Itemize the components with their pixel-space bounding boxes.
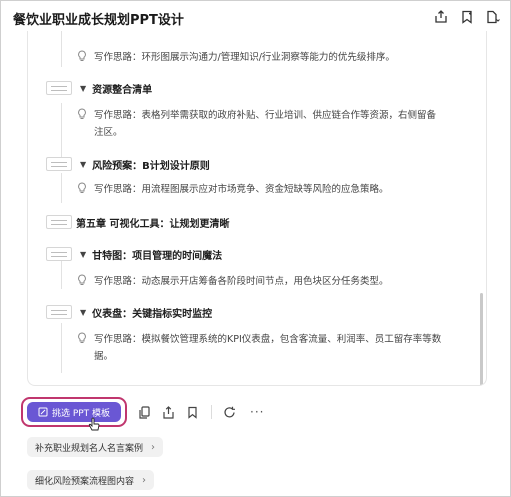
document-icon	[46, 157, 72, 171]
scrollbar-thumb[interactable]	[480, 293, 483, 385]
chapter-five[interactable]: 第五章 可视化工具：让规划更清晰	[46, 213, 486, 231]
section-title: 风险预案：B计划设计原则	[92, 160, 210, 172]
hint-row: 写作思路：表格列举需获取的政府补贴、行业培训、供应链合作等资源，右侧留备注区。	[76, 107, 486, 141]
collapse-triangle-icon[interactable]: ▼	[80, 160, 86, 169]
action-bar: 挑选 PPT 模板 ···	[21, 396, 264, 431]
divider	[211, 405, 212, 419]
section-title: 仪表盘：关键指标实时监控	[92, 308, 213, 320]
section-title: 资源整合清单	[92, 84, 153, 96]
suggestion-label: 细化风险预案流程图内容	[35, 476, 135, 487]
hint-text-continued: 注区。	[94, 127, 123, 138]
collapse-triangle-icon[interactable]: ▼	[80, 250, 86, 259]
suggestion-chip[interactable]: 细化风险预案流程图内容 ›	[27, 470, 155, 490]
hint-prefix: 写作思路：	[94, 52, 142, 63]
document-icon	[46, 305, 72, 319]
copy-icon[interactable]	[137, 405, 151, 419]
hint-prefix: 写作思路：	[94, 110, 142, 121]
document-icon	[46, 247, 72, 261]
hint-prefix: 写作思路：	[94, 276, 142, 287]
section-risk-plan[interactable]: ▼ 风险预案：B计划设计原则	[46, 155, 486, 173]
chapter-title: 第五章 可视化工具：让规划更清晰	[76, 218, 230, 230]
hint-text: 环形图展示沟通力/管理知识/行业洞察等能力的优先级排序。	[141, 52, 395, 63]
suggestion-label: 补充职业规划名人名言案例	[35, 443, 144, 454]
hint-prefix: 写作思路：	[94, 184, 142, 195]
hint-text: 表格列举需获取的政府补贴、行业培训、供应链合作等资源，右侧留备	[141, 110, 437, 121]
share-icon[interactable]	[434, 10, 448, 24]
hand-cursor-icon	[88, 417, 100, 431]
template-edit-icon	[38, 407, 48, 417]
lightbulb-icon	[78, 108, 86, 119]
collapse-triangle-icon[interactable]: ▼	[80, 84, 86, 93]
hint-row: 写作思路：动态展示开店筹备各阶段时间节点，用色块区分任务类型。	[76, 273, 486, 290]
share-icon[interactable]	[161, 405, 175, 419]
chevron-right-icon: ›	[142, 474, 147, 486]
hint-prefix: 写作思路：	[94, 334, 142, 345]
hint-row: 写作思路：模拟餐饮管理系统的KPI仪表盘，包含客流量、利润率、员工留存率等数据。	[76, 331, 486, 365]
lightbulb-icon	[78, 332, 86, 343]
document-icon	[46, 81, 72, 95]
lightbulb-icon	[78, 50, 86, 61]
chevron-right-icon: ›	[151, 441, 156, 453]
outline-panel[interactable]: 写作思路：环形图展示沟通力/管理知识/行业洞察等能力的优先级排序。 ▼ 资源整合…	[27, 31, 487, 386]
bookmark-icon[interactable]	[460, 10, 474, 24]
suggestion-chip[interactable]: 补充职业规划名人名言案例 ›	[27, 437, 164, 457]
section-dashboard[interactable]: ▼ 仪表盘：关键指标实时监控	[46, 303, 486, 321]
lightbulb-icon	[78, 182, 86, 193]
bookmark-icon[interactable]	[185, 405, 199, 419]
header-actions	[434, 10, 500, 24]
regenerate-icon[interactable]	[222, 405, 236, 419]
pick-ppt-template-button[interactable]: 挑选 PPT 模板	[21, 397, 127, 431]
page-title: 餐饮业职业成长规划PPT设计	[13, 13, 184, 28]
hint-text: 模拟餐饮管理系统的KPI仪表盘，包含客流量、利润率、员工留存率等数	[141, 334, 442, 345]
hint-text: 用流程图展示应对市场竞争、资金短缺等风险的应急策略。	[141, 184, 389, 195]
header-bar: 餐饮业职业成长规划PPT设计	[1, 1, 510, 35]
section-resources[interactable]: ▼ 资源整合清单	[46, 79, 486, 97]
collapse-triangle-icon[interactable]: ▼	[80, 308, 86, 317]
hint-row: 写作思路：用流程图展示应对市场竞争、资金短缺等风险的应急策略。	[76, 181, 486, 198]
section-title: 甘特图：项目管理的时间魔法	[92, 250, 223, 262]
pick-ppt-template-label: 挑选 PPT 模板	[51, 408, 111, 419]
section-gantt[interactable]: ▼ 甘特图：项目管理的时间魔法	[46, 245, 486, 263]
app-window: 餐饮业职业成长规划PPT设计 写作思路：环形图展示沟通力/管理知识/行业洞察等能…	[0, 0, 511, 497]
hint-row: 写作思路：环形图展示沟通力/管理知识/行业洞察等能力的优先级排序。	[76, 49, 486, 66]
hint-text: 动态展示开店筹备各阶段时间节点，用色块区分任务类型。	[141, 276, 389, 287]
more-options-icon[interactable]: ···	[250, 405, 264, 419]
lightbulb-icon	[78, 274, 86, 285]
document-menu-icon[interactable]	[486, 10, 500, 24]
hint-text-continued: 据。	[94, 351, 114, 362]
document-icon	[46, 215, 72, 229]
